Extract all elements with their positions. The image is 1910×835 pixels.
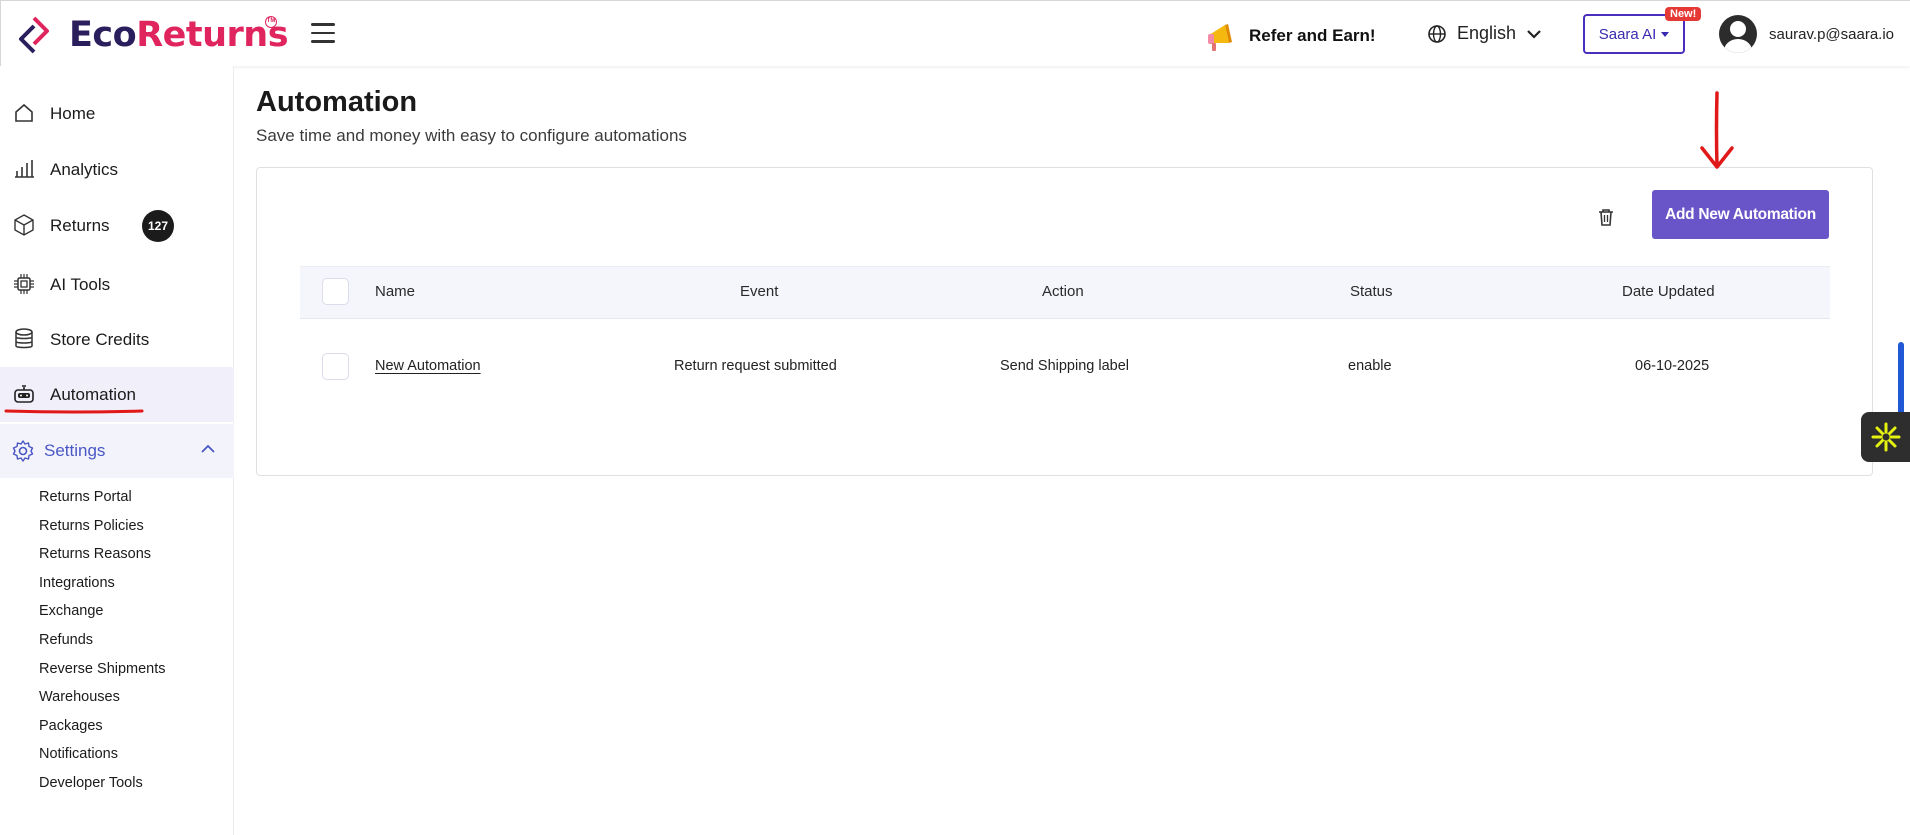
user-email: saurav.p@saara.io [1769, 25, 1895, 43]
caret-down-icon [1661, 31, 1670, 37]
sidebar-item-returns[interactable]: Returns 127 [0, 198, 234, 253]
scrollbar-thumb[interactable] [1898, 342, 1904, 417]
row-status: enable [1348, 358, 1392, 374]
avatar [1719, 15, 1757, 53]
automation-name-link[interactable]: New Automation [375, 358, 481, 374]
sidebar-item-label: Analytics [50, 159, 119, 179]
megaphone-icon [1208, 24, 1232, 51]
sidebar-item-label: Returns [50, 215, 110, 235]
sidebar-item-label: Automation [50, 384, 136, 404]
settings-item-packages[interactable]: Packages [39, 718, 103, 734]
brand-logo[interactable]: EcoReturns [17, 15, 289, 55]
row-action: Send Shipping label [1000, 358, 1129, 374]
coins-stack-icon [15, 328, 33, 349]
page-subtitle: Save time and money with easy to configu… [256, 126, 687, 145]
settings-item-reverse-shipments[interactable]: Reverse Shipments [39, 661, 166, 677]
row-event: Return request submitted [674, 358, 837, 374]
select-all-checkbox[interactable] [322, 278, 349, 305]
settings-item-returns-reasons[interactable]: Returns Reasons [39, 546, 151, 562]
sidebar-item-home[interactable]: Home [0, 86, 234, 141]
sidebar-item-label: Store Credits [50, 329, 150, 349]
settings-label: Settings [44, 441, 106, 460]
assistant-widget-button[interactable] [1861, 412, 1910, 462]
settings-item-returns-policies[interactable]: Returns Policies [39, 518, 144, 534]
robot-icon [14, 385, 34, 403]
sidebar-item-label: Home [50, 103, 96, 123]
annotation-arrow [1700, 91, 1734, 169]
sidebar-item-settings[interactable]: Settings [0, 424, 234, 478]
trash-icon[interactable] [1597, 207, 1615, 227]
settings-item-exchange[interactable]: Exchange [39, 603, 104, 619]
sparkle-icon [1871, 422, 1900, 452]
menu-toggle-icon[interactable] [311, 23, 335, 43]
column-header-name: Name [375, 283, 416, 300]
saara-ai-label: Saara AI [1598, 25, 1657, 43]
page-title: Automation [256, 86, 418, 118]
home-icon [15, 103, 33, 122]
sidebar-item-analytics[interactable]: Analytics [0, 142, 234, 197]
annotation-underline [4, 409, 144, 414]
sidebar-item-label: AI Tools [50, 274, 111, 294]
settings-item-notifications[interactable]: Notifications [39, 746, 118, 762]
user-menu[interactable]: saurav.p@saara.io [1719, 15, 1894, 53]
add-new-automation-button[interactable]: Add New Automation [1652, 190, 1829, 239]
column-header-action: Action [1042, 283, 1084, 300]
sidebar-item-ai-tools[interactable]: AI Tools [0, 257, 234, 312]
settings-item-refunds[interactable]: Refunds [39, 632, 93, 648]
settings-item-integrations[interactable]: Integrations [39, 575, 115, 591]
row-checkbox[interactable] [322, 353, 349, 380]
box-icon [14, 214, 34, 236]
language-label: English [1457, 23, 1517, 43]
settings-item-developer-tools[interactable]: Developer Tools [39, 775, 143, 791]
column-header-date-updated: Date Updated [1622, 283, 1715, 300]
globe-icon [1428, 24, 1446, 43]
language-selector[interactable]: English [1427, 23, 1552, 44]
bar-chart-icon [15, 160, 34, 178]
chevron-up-icon [201, 444, 215, 453]
brand-name: EcoReturns [69, 15, 289, 55]
top-bar: EcoReturns TM Refer and Earn! English Sa… [0, 0, 1910, 66]
refer-and-earn-link[interactable]: Refer and Earn! [1203, 19, 1376, 53]
chevron-down-icon [1527, 29, 1541, 39]
settings-item-warehouses[interactable]: Warehouses [39, 689, 120, 705]
column-header-status: Status [1350, 283, 1393, 300]
row-date-updated: 06-10-2025 [1635, 358, 1710, 374]
trademark-mark: TM [265, 16, 277, 28]
returns-count-badge: 127 [142, 209, 174, 242]
sidebar-item-store-credits[interactable]: Store Credits [0, 312, 234, 367]
new-badge: New! [1665, 7, 1702, 21]
automation-card [256, 167, 1873, 476]
chip-icon [14, 274, 34, 294]
gear-icon [12, 440, 34, 462]
logo-mark-icon [19, 16, 49, 54]
settings-item-returns-portal[interactable]: Returns Portal [39, 489, 132, 505]
column-header-event: Event [740, 283, 779, 300]
refer-label: Refer and Earn! [1249, 26, 1376, 45]
